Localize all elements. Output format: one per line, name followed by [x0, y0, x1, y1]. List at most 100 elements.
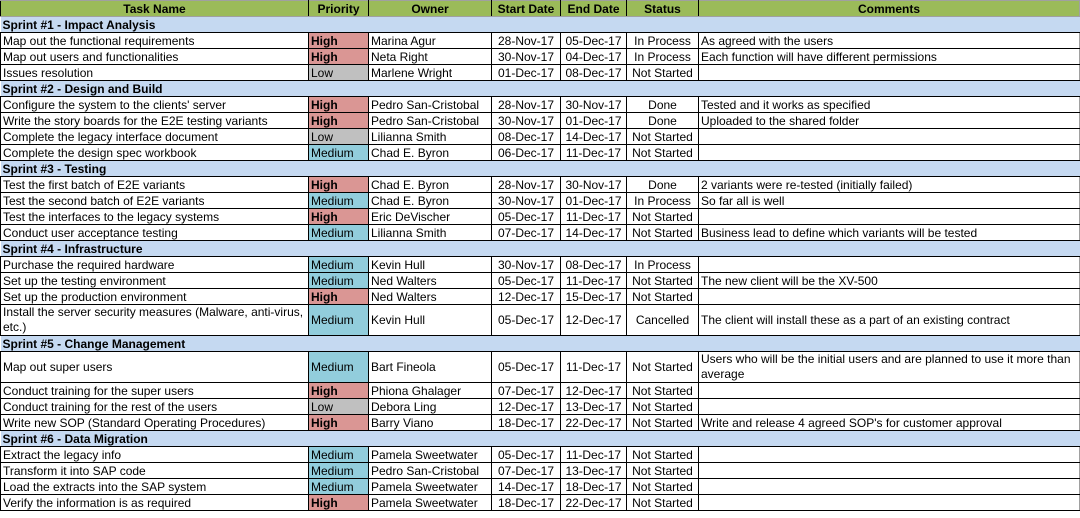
start-date-cell[interactable]: 30-Nov-17 [491, 192, 561, 209]
status-cell[interactable]: Not Started [626, 414, 699, 431]
comments-cell[interactable] [698, 462, 1080, 479]
status-cell[interactable]: Not Started [626, 446, 699, 463]
priority-cell[interactable]: High [308, 48, 369, 65]
owner-cell[interactable]: Phiona Ghalager [368, 382, 492, 399]
task-name-cell[interactable]: Conduct user acceptance testing [0, 224, 309, 241]
status-cell[interactable]: Done [626, 96, 699, 113]
end-date-cell[interactable]: 11-Dec-17 [560, 144, 627, 161]
start-date-cell[interactable]: 12-Dec-17 [491, 288, 561, 305]
owner-cell[interactable]: Pamela Sweetwater [368, 494, 492, 511]
end-date-cell[interactable]: 22-Dec-17 [560, 414, 627, 431]
status-cell[interactable]: In Process [626, 32, 699, 49]
comments-cell[interactable]: Tested and it works as specified [698, 96, 1080, 113]
task-name-cell[interactable]: Complete the legacy interface document [0, 128, 309, 145]
end-date-cell[interactable]: 01-Dec-17 [560, 192, 627, 209]
end-date-cell[interactable]: 04-Dec-17 [560, 48, 627, 65]
end-date-cell[interactable]: 05-Dec-17 [560, 32, 627, 49]
comments-cell[interactable]: So far all is well [698, 192, 1080, 209]
task-name-cell[interactable]: Test the first batch of E2E variants [0, 176, 309, 193]
column-header-start-date[interactable]: Start Date [491, 0, 561, 17]
priority-cell[interactable]: High [308, 112, 369, 129]
column-header-end-date[interactable]: End Date [560, 0, 627, 17]
task-name-cell[interactable]: Write new SOP (Standard Operating Proced… [0, 414, 309, 431]
status-cell[interactable]: Not Started [626, 478, 699, 495]
sprint-title[interactable]: Sprint #4 - Infrastructure [0, 240, 1080, 257]
task-name-cell[interactable]: Map out super users [0, 351, 309, 383]
status-cell[interactable]: Cancelled [626, 304, 699, 336]
start-date-cell[interactable]: 28-Nov-17 [491, 176, 561, 193]
start-date-cell[interactable]: 30-Nov-17 [491, 112, 561, 129]
task-name-cell[interactable]: Extract the legacy info [0, 446, 309, 463]
sprint-title[interactable]: Sprint #3 - Testing [0, 160, 1080, 177]
task-name-cell[interactable]: Test the interfaces to the legacy system… [0, 208, 309, 225]
end-date-cell[interactable]: 30-Nov-17 [560, 96, 627, 113]
owner-cell[interactable]: Pedro San-Cristobal [368, 112, 492, 129]
comments-cell[interactable] [698, 256, 1080, 273]
start-date-cell[interactable]: 28-Nov-17 [491, 32, 561, 49]
priority-cell[interactable]: Medium [308, 462, 369, 479]
sprint-title[interactable]: Sprint #6 - Data Migration [0, 430, 1080, 447]
column-header-owner[interactable]: Owner [368, 0, 492, 17]
priority-cell[interactable]: Medium [308, 304, 369, 336]
priority-cell[interactable]: Medium [308, 272, 369, 289]
comments-cell[interactable] [698, 446, 1080, 463]
priority-cell[interactable]: High [308, 96, 369, 113]
comments-cell[interactable]: The new client will be the XV-500 [698, 272, 1080, 289]
start-date-cell[interactable]: 07-Dec-17 [491, 382, 561, 399]
column-header-comments[interactable]: Comments [698, 0, 1080, 17]
status-cell[interactable]: Not Started [626, 398, 699, 415]
start-date-cell[interactable]: 30-Nov-17 [491, 48, 561, 65]
status-cell[interactable]: Not Started [626, 272, 699, 289]
comments-cell[interactable]: Business lead to define which variants w… [698, 224, 1080, 241]
comments-cell[interactable]: As agreed with the users [698, 32, 1080, 49]
start-date-cell[interactable]: 30-Nov-17 [491, 256, 561, 273]
comments-cell[interactable] [698, 64, 1080, 81]
task-name-cell[interactable]: Test the second batch of E2E variants [0, 192, 309, 209]
end-date-cell[interactable]: 30-Nov-17 [560, 176, 627, 193]
priority-cell[interactable]: Low [308, 64, 369, 81]
priority-cell[interactable]: Medium [308, 446, 369, 463]
owner-cell[interactable]: Debora Ling [368, 398, 492, 415]
task-name-cell[interactable]: Write the story boards for the E2E testi… [0, 112, 309, 129]
end-date-cell[interactable]: 11-Dec-17 [560, 446, 627, 463]
status-cell[interactable]: Not Started [626, 288, 699, 305]
owner-cell[interactable]: Marina Agur [368, 32, 492, 49]
owner-cell[interactable]: Kevin Hull [368, 304, 492, 336]
task-name-cell[interactable]: Conduct training for the rest of the use… [0, 398, 309, 415]
column-header-task-name[interactable]: Task Name [0, 0, 309, 17]
owner-cell[interactable]: Lilianna Smith [368, 224, 492, 241]
priority-cell[interactable]: High [308, 382, 369, 399]
priority-cell[interactable]: Low [308, 128, 369, 145]
sprint-title[interactable]: Sprint #2 - Design and Build [0, 80, 1080, 97]
owner-cell[interactable]: Ned Walters [368, 288, 492, 305]
end-date-cell[interactable]: 08-Dec-17 [560, 64, 627, 81]
start-date-cell[interactable]: 01-Dec-17 [491, 64, 561, 81]
status-cell[interactable]: Not Started [626, 208, 699, 225]
end-date-cell[interactable]: 12-Dec-17 [560, 382, 627, 399]
column-header-priority[interactable]: Priority [308, 0, 369, 17]
owner-cell[interactable]: Eric DeVischer [368, 208, 492, 225]
priority-cell[interactable]: High [308, 414, 369, 431]
priority-cell[interactable]: Low [308, 398, 369, 415]
status-cell[interactable]: Not Started [626, 224, 699, 241]
sprint-title[interactable]: Sprint #1 - Impact Analysis [0, 16, 1080, 33]
owner-cell[interactable]: Ned Walters [368, 272, 492, 289]
end-date-cell[interactable]: 01-Dec-17 [560, 112, 627, 129]
start-date-cell[interactable]: 05-Dec-17 [491, 208, 561, 225]
owner-cell[interactable]: Pedro San-Cristobal [368, 96, 492, 113]
priority-cell[interactable]: Medium [308, 192, 369, 209]
start-date-cell[interactable]: 06-Dec-17 [491, 144, 561, 161]
priority-cell[interactable]: Medium [308, 351, 369, 383]
comments-cell[interactable] [698, 208, 1080, 225]
comments-cell[interactable]: Users who will be the initial users and … [698, 351, 1080, 383]
start-date-cell[interactable]: 07-Dec-17 [491, 462, 561, 479]
comments-cell[interactable]: The client will install these as a part … [698, 304, 1080, 336]
task-name-cell[interactable]: Set up the testing environment [0, 272, 309, 289]
start-date-cell[interactable]: 07-Dec-17 [491, 224, 561, 241]
priority-cell[interactable]: Medium [308, 224, 369, 241]
end-date-cell[interactable]: 11-Dec-17 [560, 351, 627, 383]
task-name-cell[interactable]: Complete the design spec workbook [0, 144, 309, 161]
owner-cell[interactable]: Pedro San-Cristobal [368, 462, 492, 479]
comments-cell[interactable] [698, 288, 1080, 305]
task-name-cell[interactable]: Issues resolution [0, 64, 309, 81]
